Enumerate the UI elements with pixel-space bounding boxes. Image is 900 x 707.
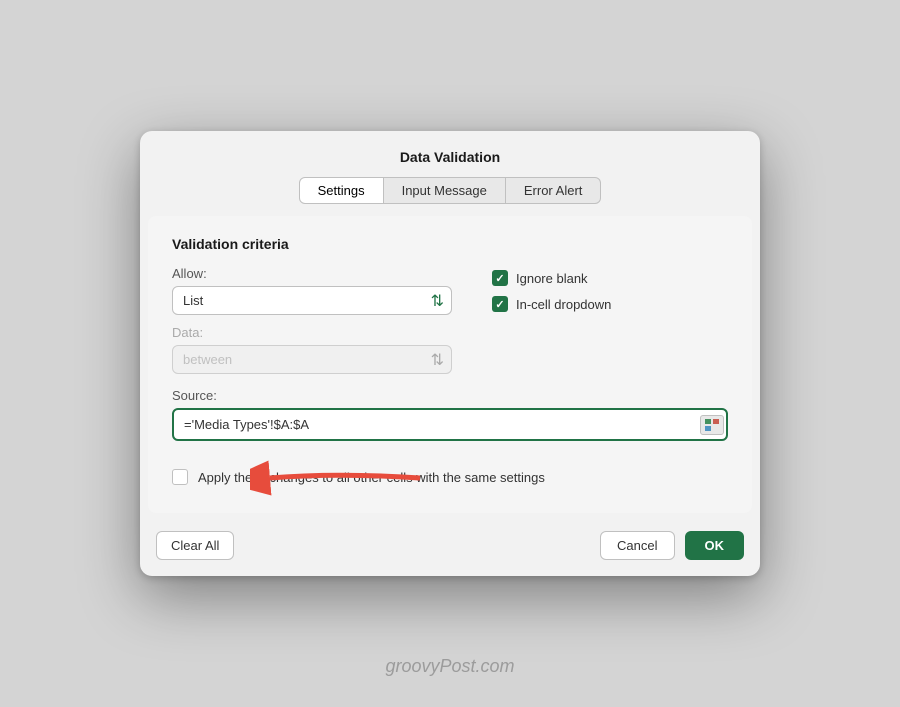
in-cell-dropdown-checkbox[interactable]: ✓ (492, 296, 508, 312)
tab-error-alert[interactable]: Error Alert (506, 177, 602, 204)
allow-label: Allow: (172, 266, 452, 281)
data-select[interactable]: between (172, 345, 452, 374)
in-cell-dropdown-label: In-cell dropdown (516, 297, 611, 312)
ok-button[interactable]: OK (685, 531, 745, 560)
checkboxes-list: ✓ Ignore blank ✓ In-cell dropdown (492, 266, 728, 312)
source-input-wrapper (172, 408, 728, 441)
data-row: Data: between ⇅ (172, 325, 452, 374)
allow-row: Allow: List ⇅ ✓ Ignore b (172, 266, 728, 315)
ignore-blank-checkmark: ✓ (495, 272, 504, 285)
ignore-blank-checkbox[interactable]: ✓ (492, 270, 508, 286)
ignore-blank-row: ✓ Ignore blank (492, 270, 728, 286)
ignore-blank-label: Ignore blank (516, 271, 588, 286)
checkboxes-area: ✓ Ignore blank ✓ In-cell dropdown (492, 266, 728, 312)
in-cell-dropdown-checkmark: ✓ (495, 298, 504, 311)
dialog-footer: Clear All Cancel OK (140, 521, 760, 576)
clear-all-button[interactable]: Clear All (156, 531, 234, 560)
apply-changes-label: Apply these changes to all other cells w… (198, 470, 545, 485)
source-section: Source: (172, 388, 728, 441)
allow-select[interactable]: List (172, 286, 452, 315)
apply-changes-row: Apply these changes to all other cells w… (172, 469, 728, 485)
section-title: Validation criteria (172, 236, 728, 252)
allow-left: Allow: List ⇅ (172, 266, 452, 315)
data-validation-dialog: Data Validation Settings Input Message E… (140, 131, 760, 576)
tab-bar: Settings Input Message Error Alert (140, 177, 760, 216)
source-range-icon[interactable] (700, 415, 724, 435)
apply-changes-checkbox[interactable] (172, 469, 188, 485)
allow-select-wrapper: List ⇅ (172, 286, 452, 315)
dialog-title: Data Validation (140, 131, 760, 177)
source-label: Source: (172, 388, 728, 403)
tab-input-message[interactable]: Input Message (384, 177, 506, 204)
watermark: groovyPost.com (385, 656, 514, 677)
dialog-overlay: Data Validation Settings Input Message E… (0, 0, 900, 707)
footer-right-buttons: Cancel OK (600, 531, 744, 560)
data-select-wrapper: between ⇅ (172, 345, 452, 374)
data-label: Data: (172, 325, 452, 340)
source-input[interactable] (172, 408, 728, 441)
cancel-button[interactable]: Cancel (600, 531, 674, 560)
dialog-body: Validation criteria Allow: List ⇅ (148, 216, 752, 513)
tab-settings[interactable]: Settings (299, 177, 384, 204)
in-cell-dropdown-row: ✓ In-cell dropdown (492, 296, 728, 312)
